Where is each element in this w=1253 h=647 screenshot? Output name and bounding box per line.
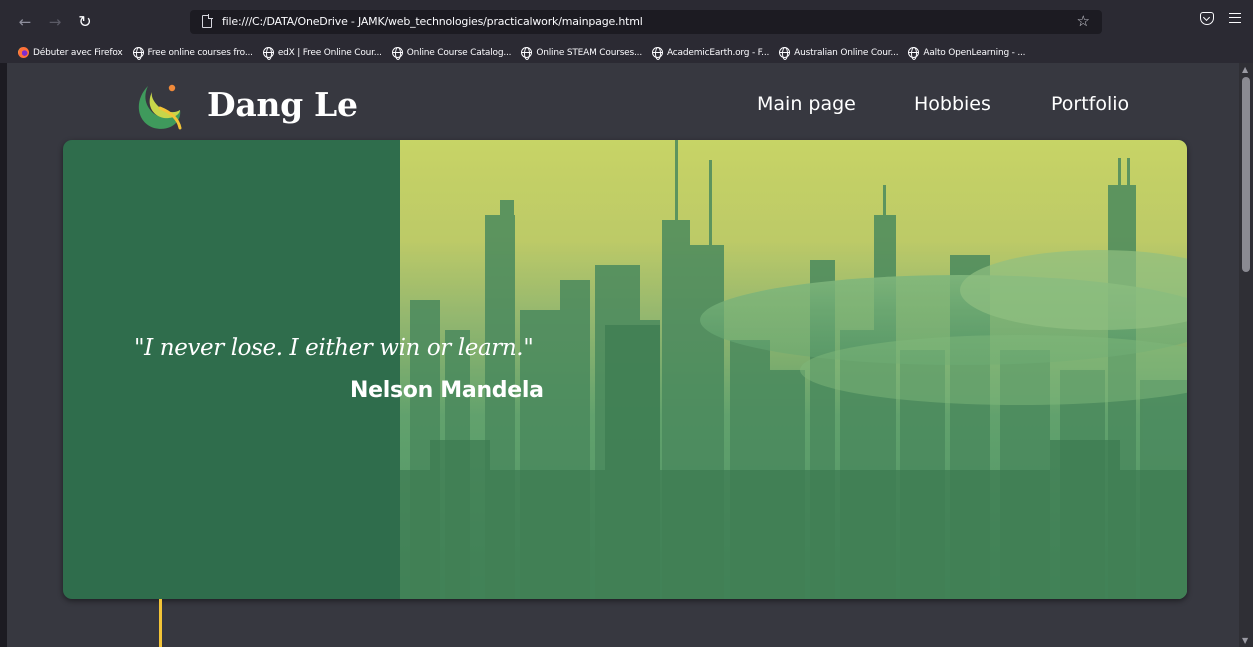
bookmark-item[interactable]: AcademicEarth.org - F... xyxy=(652,47,770,60)
address-bar[interactable]: file:///C:/DATA/OneDrive - JAMK/web_tech… xyxy=(190,10,1102,34)
bookmark-label: Aalto OpenLearning - ... xyxy=(923,47,1026,58)
browser-toolbar: ← → ↻ file:///C:/DATA/OneDrive - JAMK/we… xyxy=(0,0,1253,42)
bookmark-label: Débuter avec Firefox xyxy=(33,47,123,58)
bookmark-label: Australian Online Cour... xyxy=(794,47,899,58)
globe-icon xyxy=(262,47,274,60)
hero-banner: "I never lose. I either win or learn." N… xyxy=(63,140,1187,599)
bookmark-item[interactable]: Online Course Catalog... xyxy=(391,47,512,60)
page-icon xyxy=(202,14,213,28)
firefox-icon xyxy=(18,47,29,58)
nav-main-page[interactable]: Main page xyxy=(757,93,856,115)
bookmark-item[interactable]: Aalto OpenLearning - ... xyxy=(908,47,1026,60)
globe-icon xyxy=(779,47,791,60)
scroll-up-arrow-icon[interactable]: ▲ xyxy=(1242,65,1248,74)
city-skyline-image xyxy=(400,140,1187,599)
bookmark-label: AcademicEarth.org - F... xyxy=(667,47,770,58)
scroll-down-arrow-icon[interactable]: ▼ xyxy=(1242,636,1248,645)
timeline-line xyxy=(159,599,162,647)
bookmark-label: Online Course Catalog... xyxy=(406,47,512,58)
hero-quote-author: Nelson Mandela xyxy=(350,378,544,403)
browser-window: ← → ↻ file:///C:/DATA/OneDrive - JAMK/we… xyxy=(0,0,1253,647)
bookmark-item[interactable]: Free online courses fro... xyxy=(132,47,254,60)
bookmark-label: Free online courses fro... xyxy=(147,47,254,58)
reload-icon[interactable]: ↻ xyxy=(76,13,94,31)
bookmarks-toolbar: Débuter avec Firefox Free online courses… xyxy=(0,42,1253,63)
page-viewport: Dang Le Main page Hobbies Portfolio "I n… xyxy=(7,63,1239,647)
globe-icon xyxy=(521,47,533,60)
back-arrow-icon[interactable]: ← xyxy=(16,13,34,31)
vertical-scrollbar[interactable]: ▲ ▼ xyxy=(1239,63,1253,647)
leaf-logo-icon[interactable] xyxy=(130,78,186,134)
site-brand[interactable]: Dang Le xyxy=(207,85,358,124)
hamburger-menu-icon[interactable] xyxy=(1229,13,1241,23)
pocket-icon[interactable] xyxy=(1200,12,1214,25)
globe-icon xyxy=(391,47,403,60)
bookmark-item[interactable]: Débuter avec Firefox xyxy=(18,47,123,58)
bookmark-star-icon[interactable]: ☆ xyxy=(1077,12,1090,30)
bookmark-label: edX | Free Online Cour... xyxy=(277,47,382,58)
globe-icon xyxy=(908,47,920,60)
globe-icon xyxy=(652,47,663,60)
hero-quote: "I never lose. I either win or learn." xyxy=(134,335,534,361)
forward-arrow-icon[interactable]: → xyxy=(46,13,64,31)
bookmark-item[interactable]: edX | Free Online Cour... xyxy=(262,47,382,60)
nav-hobbies[interactable]: Hobbies xyxy=(914,93,991,115)
bookmark-item[interactable]: Australian Online Cour... xyxy=(779,47,899,60)
bookmark-item[interactable]: Online STEAM Courses... xyxy=(521,47,642,60)
scroll-thumb[interactable] xyxy=(1242,77,1250,272)
globe-icon xyxy=(132,47,144,60)
bookmark-label: Online STEAM Courses... xyxy=(536,47,642,58)
url-text[interactable]: file:///C:/DATA/OneDrive - JAMK/web_tech… xyxy=(222,15,643,28)
nav-portfolio[interactable]: Portfolio xyxy=(1051,93,1129,115)
